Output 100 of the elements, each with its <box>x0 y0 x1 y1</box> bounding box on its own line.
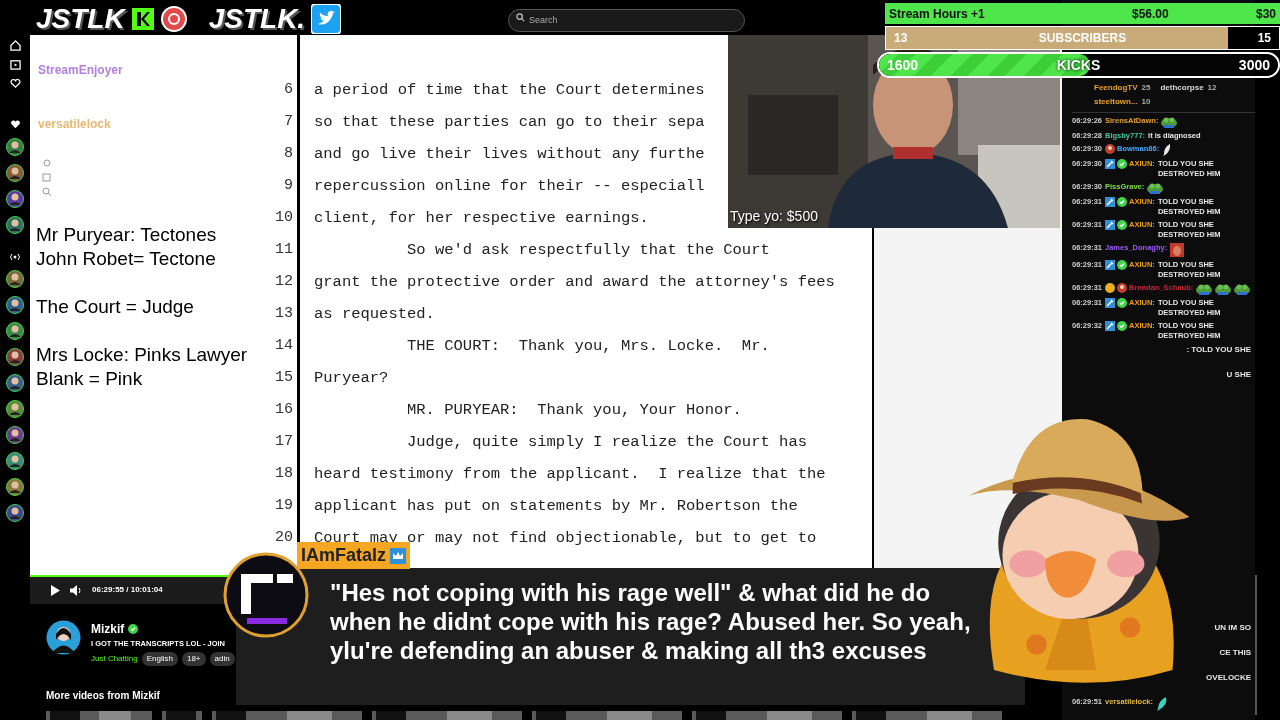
goal-amount: $56.00 <box>1132 5 1169 23</box>
chat-message: : TOLD YOU SHE <box>1186 344 1251 355</box>
channel-name[interactable]: Mizkif <box>91 619 125 638</box>
verified-icon <box>128 623 139 634</box>
line-number: 9 <box>284 175 293 196</box>
sword-icon <box>1105 298 1116 308</box>
sword-icon <box>1105 220 1116 230</box>
play-icon[interactable] <box>50 584 60 596</box>
category-link[interactable]: Just Chatting <box>91 653 138 665</box>
feather-emote-icon <box>1156 697 1168 711</box>
coin-icon <box>1105 283 1116 293</box>
goal-target: 3000 <box>1238 55 1270 75</box>
avatar-icon[interactable] <box>6 504 24 522</box>
transcript-line: applicant has put on statements by Mr. Robertson the <box>314 495 798 517</box>
record-icon <box>160 6 187 33</box>
note-text: The Court = Judge <box>36 294 195 319</box>
transcript-line: Puryear? <box>314 367 389 389</box>
line-number: 11 <box>275 239 293 260</box>
chat-message: U SHE <box>1226 369 1251 380</box>
line-number: 16 <box>275 399 293 420</box>
face-emote-icon <box>1170 243 1185 257</box>
verified-icon <box>1117 220 1128 230</box>
line-number: 20 <box>275 527 293 548</box>
avatar-icon[interactable] <box>6 374 24 392</box>
line-number: 15 <box>275 367 293 388</box>
home-icon[interactable] <box>9 40 21 51</box>
avatar-icon[interactable] <box>6 478 24 496</box>
heart-icon[interactable] <box>9 119 21 130</box>
note-text: Blank = Pink <box>36 366 144 391</box>
chat-username: versatilelock <box>37 115 111 133</box>
line-number: 13 <box>275 303 293 324</box>
avatar-icon[interactable] <box>6 426 24 444</box>
chat-message: UN IM SO <box>1214 622 1251 633</box>
avatar-icon[interactable] <box>6 164 24 182</box>
avatar-icon[interactable] <box>6 322 24 340</box>
frog-emote-icon <box>1215 283 1232 295</box>
crown-icon <box>390 547 407 564</box>
transcript-line: Judge, quite simply I realize the Court has <box>406 431 807 453</box>
avatar-icon[interactable] <box>6 190 24 208</box>
tag-chip[interactable]: adin <box>209 652 235 666</box>
line-number: 14 <box>275 335 293 356</box>
avatar-icon[interactable] <box>6 452 24 470</box>
avatar-icon[interactable] <box>6 296 24 314</box>
frog-emote-icon <box>1234 283 1251 295</box>
avatar-icon <box>1117 283 1128 293</box>
verified-icon <box>1117 260 1128 270</box>
note-text: John Robet= Tectone <box>36 246 217 271</box>
gift-count: 25 <box>1141 82 1151 94</box>
sword-icon <box>1105 197 1116 207</box>
verified-icon <box>1117 321 1128 331</box>
heart-icon[interactable] <box>9 78 21 89</box>
line-number: 19 <box>275 495 293 516</box>
frog-emote-icon <box>1161 116 1178 128</box>
note-text: Mr Puryear: Tectones <box>36 222 218 247</box>
chat-message: OVELOCKE <box>1206 672 1251 683</box>
transcript-line: grant the protective order and award the attorney's fees <box>314 271 835 293</box>
kick-logo-icon <box>130 7 155 32</box>
transcript-line: THE COURT: Thank you, Mrs. Locke. Mr. <box>406 335 770 357</box>
frog-emote-icon <box>1196 283 1213 295</box>
section-heading: More videos from Mizkif <box>46 689 160 703</box>
transcript-line: a period of time that the Court determines <box>314 79 705 101</box>
gift-count: 10 <box>1141 96 1151 108</box>
transcript-line: repercussion online for their -- especiall <box>314 175 705 197</box>
goal-label: SUBSCRIBERS <box>1038 30 1127 47</box>
sword-icon <box>1105 159 1116 169</box>
gift-count: 12 <box>1207 82 1217 94</box>
avatar-icon <box>1105 144 1116 154</box>
line-number: 10 <box>275 207 293 228</box>
search-field[interactable]: Search <box>508 8 745 32</box>
tag-chip[interactable]: English <box>141 652 178 666</box>
gifter-name: FeendogTV <box>1094 82 1138 94</box>
zoom-icon <box>42 172 52 183</box>
logo-text: JSTLK <box>36 5 125 34</box>
avatar-icon[interactable] <box>6 270 24 288</box>
avatar-icon[interactable] <box>6 400 24 418</box>
gifter-name: dethcorpse <box>1160 82 1204 94</box>
line-number: 7 <box>284 111 293 132</box>
goal-target: $30 <box>1255 5 1276 23</box>
avatar-icon[interactable] <box>6 216 24 234</box>
line-number: 12 <box>275 271 293 292</box>
sword-icon <box>1105 321 1116 331</box>
feather-emote-icon <box>1162 144 1173 156</box>
broadcast-icon[interactable] <box>9 252 21 262</box>
transcript-line: heard testimony from the applicant. I realize that the <box>314 463 826 485</box>
time-display: 06:29:55 / 10:01:04 <box>92 584 163 597</box>
alert-username: IAmFatalz <box>301 544 387 567</box>
tv-icon[interactable] <box>9 59 21 70</box>
verified-icon <box>1117 197 1128 207</box>
transcript-line: and go live their lives without any furthe <box>314 143 705 165</box>
lasso-icon <box>42 158 52 169</box>
volume-icon[interactable] <box>70 584 82 596</box>
transcript-line: as requested. <box>314 303 435 325</box>
avatar-icon[interactable] <box>6 348 24 366</box>
tag-chip[interactable]: 18+ <box>181 652 206 666</box>
channel-avatar-icon[interactable] <box>46 619 81 655</box>
avatar-icon[interactable] <box>6 138 24 156</box>
verified-icon <box>1117 298 1128 308</box>
verified-icon <box>1117 159 1128 169</box>
goal-label: Stream Hours +1 <box>889 5 985 23</box>
transcript-line: MR. PURYEAR: Thank you, Your Honor. <box>406 399 742 421</box>
